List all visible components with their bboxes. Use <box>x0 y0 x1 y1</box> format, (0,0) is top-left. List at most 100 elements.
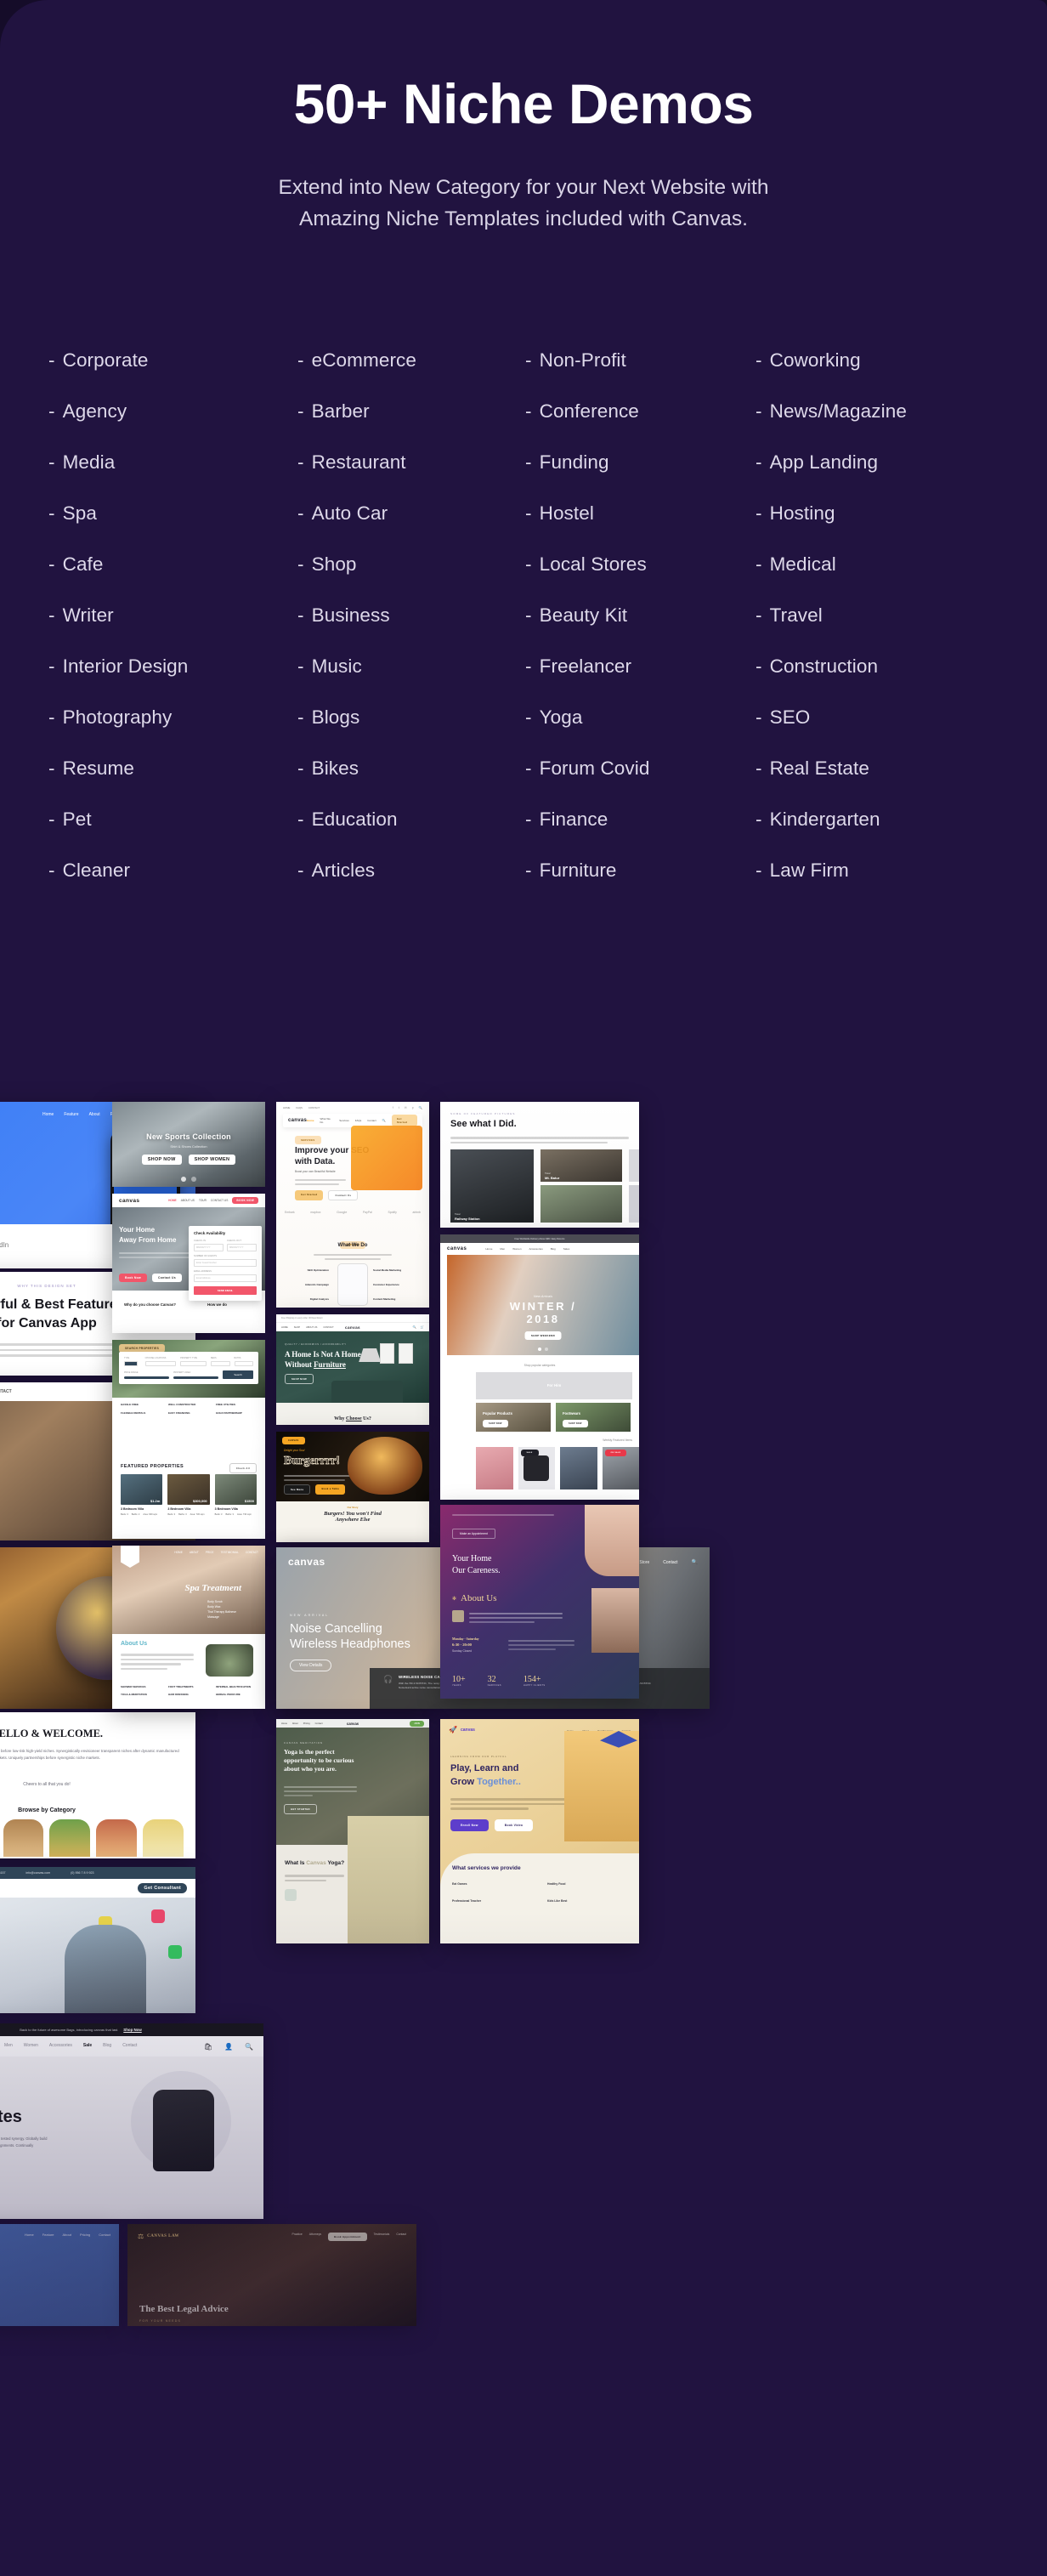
niche-item[interactable]: - News/Magazine <box>756 386 999 437</box>
niche-item[interactable]: - Music <box>297 641 525 692</box>
niche-item[interactable]: - Law Firm <box>756 845 999 896</box>
consultant-button[interactable]: Get Consultant <box>138 1883 187 1893</box>
demo-thumb-app-secondary[interactable]: Home Feature About Pricing Contact <box>0 2224 119 2326</box>
shop-now-button[interactable]: SHOP NOW <box>285 1374 314 1384</box>
nav-item[interactable]: CONTACT <box>246 1551 258 1554</box>
carousel-dot[interactable] <box>191 1177 196 1182</box>
join-button[interactable]: JOIN <box>410 1720 424 1727</box>
demo-thumb-cafe-welcome[interactable]: HELLO & WELCOME. Authoritatively communi… <box>0 1712 195 1858</box>
niche-item[interactable]: - Auto Car <box>297 488 525 539</box>
demo-thumb-spa[interactable]: HOME ABOUT PRICE TESTIMONIAL CONTACT Spa… <box>112 1546 265 1709</box>
category-thumb[interactable] <box>143 1819 184 1857</box>
baths-select[interactable] <box>234 1361 253 1366</box>
book-table-button[interactable]: Book a Table <box>315 1484 346 1495</box>
nav-item[interactable]: TOUR <box>199 1199 207 1202</box>
niche-item[interactable]: - Spa <box>48 488 297 539</box>
niche-item[interactable]: - Freelancer <box>525 641 756 692</box>
search-icon[interactable]: 🔍 <box>692 1559 698 1565</box>
property-card[interactable]: $300,000 3 Bedroom Villa Beds: 3 Baths: … <box>167 1474 210 1516</box>
availability-form[interactable]: Check Availability CHECK-IN MM/DD/YYYY C… <box>189 1226 262 1301</box>
category-card[interactable]: Popular Products SHOP NOW <box>476 1403 551 1432</box>
account-icon[interactable]: 👤 <box>224 2043 233 2051</box>
nav-item[interactable]: Pricing <box>80 2233 90 2237</box>
nav-item[interactable]: Testimonials <box>374 2233 390 2241</box>
nav-item[interactable]: About <box>63 2233 71 2237</box>
shop-now-button[interactable]: SHOP NOW <box>563 1420 588 1427</box>
product-card[interactable]: SALE <box>518 1447 555 1489</box>
niche-item[interactable]: - Yoga <box>525 692 756 743</box>
check-all-button[interactable]: Check All <box>229 1463 257 1473</box>
nav-item[interactable]: What We Do <box>320 1117 334 1124</box>
shop-now-button[interactable]: SHOP NOW <box>141 1155 182 1165</box>
area-range-slider[interactable] <box>173 1376 219 1379</box>
nav-item[interactable]: ABOUT <box>190 1551 199 1554</box>
nav-item[interactable]: Home <box>307 1119 314 1122</box>
nav-item[interactable]: Store <box>639 1560 649 1565</box>
nav-item[interactable]: Blog <box>103 2043 111 2051</box>
niche-item[interactable]: - Bikes <box>297 743 525 794</box>
photo-card[interactable] <box>629 1149 639 1182</box>
photo-card[interactable]: Travel Mt. Batur <box>540 1149 622 1182</box>
nav-item[interactable]: HOME <box>168 1199 177 1202</box>
niche-item[interactable]: - Finance <box>525 794 756 845</box>
nav-item[interactable]: Attorneys <box>309 2233 321 2241</box>
nav-item[interactable]: Accessories <box>49 2043 72 2051</box>
carousel-dot[interactable] <box>538 1348 541 1351</box>
photo-card[interactable]: Travel Railway Station <box>450 1149 534 1223</box>
niche-item[interactable]: - Hosting <box>756 488 999 539</box>
nav-item[interactable]: Contact <box>396 2233 406 2241</box>
checkout-input[interactable]: MM/DD/YYYY <box>227 1244 257 1251</box>
niche-item[interactable]: - Kindergarten <box>756 794 999 845</box>
niche-item[interactable]: - Conference <box>525 386 756 437</box>
photo-card[interactable] <box>629 1185 639 1223</box>
topbar-shop-now-link[interactable]: Shop Now <box>123 2028 141 2032</box>
nav-item[interactable]: Men <box>4 2043 13 2051</box>
demo-thumb-sports[interactable]: New Sports Collection Shirt & Shoes Coll… <box>112 1102 265 1187</box>
nav-item[interactable]: Contact <box>99 2233 110 2237</box>
demo-thumb-law-firm[interactable]: ⚖ CANVAS LAW Practice Attorneys Book App… <box>127 2224 416 2326</box>
email-icon[interactable]: ✉ <box>405 1106 407 1109</box>
see-menu-button[interactable]: See Menu <box>284 1484 311 1495</box>
niche-item[interactable]: - Funding <box>525 437 756 488</box>
nav-item[interactable]: ABOUT US <box>306 1326 317 1329</box>
demo-thumb-yoga[interactable]: Home About Pricing Contact canvas JOIN C… <box>276 1719 429 1943</box>
niche-item[interactable]: - Hostel <box>525 488 756 539</box>
niche-item[interactable]: - Barber <box>297 386 525 437</box>
nav-item[interactable]: Contact <box>663 1560 677 1565</box>
niche-item[interactable]: - Cleaner <box>48 845 297 896</box>
nav-item[interactable]: Home <box>42 1112 54 1117</box>
email-input[interactable]: Email Address <box>194 1274 257 1282</box>
nav-item[interactable]: CONTACT US <box>211 1199 228 1202</box>
niche-item[interactable]: - Cafe <box>48 539 297 590</box>
niche-item[interactable]: - Real Estate <box>756 743 999 794</box>
demo-thumb-real-estate[interactable]: SEARCH PROPERTIES TYPE CHOOSE LOCATIONS … <box>112 1340 265 1539</box>
demo-thumb-hostel[interactable]: canvas HOME ABOUT US TOUR CONTACT US BOO… <box>112 1194 265 1333</box>
book-now-button[interactable]: Book Now <box>119 1274 147 1282</box>
category-thumb[interactable] <box>96 1819 138 1857</box>
nav-item[interactable]: Home <box>281 1722 287 1725</box>
product-card[interactable] <box>476 1447 513 1489</box>
niche-item[interactable]: - Coworking <box>756 335 999 386</box>
nav-item[interactable]: Pricing <box>303 1722 310 1725</box>
nav-item[interactable]: ABOUT US <box>181 1199 195 1202</box>
view-details-button[interactable]: View Details <box>290 1660 332 1671</box>
niche-item[interactable]: - Non-Profit <box>525 335 756 386</box>
nav-item[interactable]: Women <box>24 2043 38 2051</box>
niche-item[interactable]: - App Landing <box>756 437 999 488</box>
get-started-button[interactable]: GET STARTED <box>284 1804 317 1814</box>
niche-item[interactable]: - Beauty Kit <box>525 590 756 641</box>
property-card[interactable]: $1500 3 Bedroom Villa Beds: 3 Baths: 3 A… <box>214 1474 257 1516</box>
niche-item[interactable]: - Writer <box>48 590 297 641</box>
contact-us-button[interactable]: Contact Us <box>328 1190 359 1200</box>
niche-item[interactable]: - Interior Design <box>48 641 297 692</box>
location-select[interactable] <box>144 1361 177 1366</box>
price-range-slider[interactable] <box>124 1376 170 1379</box>
guests-input[interactable]: Enter Guest Number <box>194 1259 257 1267</box>
niche-item[interactable]: - Blogs <box>297 692 525 743</box>
book-now-button[interactable]: BOOK NOW <box>232 1197 258 1204</box>
cart-icon[interactable]: 🛒 <box>421 1325 424 1329</box>
search-icon[interactable]: 🔍 <box>245 2043 253 2051</box>
search-button[interactable]: Search <box>223 1370 254 1379</box>
cart-icon[interactable]: 🛍 <box>204 2043 212 2051</box>
nav-item[interactable]: Sales <box>563 1247 570 1251</box>
